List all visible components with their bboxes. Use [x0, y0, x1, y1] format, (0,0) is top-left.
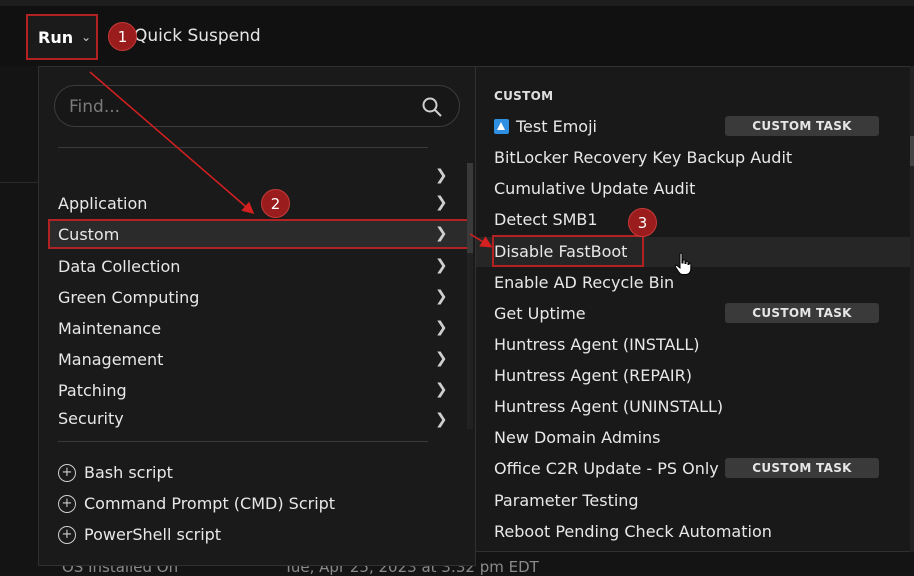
add-bash-script[interactable]: + Bash script [58, 463, 173, 482]
category-label: Management [58, 349, 164, 369]
chevron-right-icon: ❯ [435, 410, 448, 428]
category-label: Patching [58, 380, 127, 400]
category-green-computing[interactable]: Green Computing ❯ [48, 282, 470, 312]
task-item[interactable]: Detect SMB1 [476, 205, 913, 235]
category-custom[interactable]: Custom ❯ [48, 219, 470, 249]
chevron-right-icon: ❯ [435, 287, 448, 305]
task-item[interactable]: New Domain Admins [476, 423, 913, 453]
category-label: Data Collection [58, 256, 181, 276]
task-item[interactable]: Parameter Testing [476, 486, 913, 516]
task-label: BitLocker Recovery Key Backup Audit [494, 148, 793, 167]
task-label: Reboot Pending Check Automation [494, 522, 772, 541]
chevron-right-icon: ❯ [435, 193, 448, 211]
task-label: New Domain Admins [494, 428, 661, 447]
category-management[interactable]: Management ❯ [48, 344, 470, 374]
chevron-right-icon: ❯ [435, 349, 448, 367]
custom-task-badge: CUSTOM TASK [725, 303, 879, 323]
submenu-heading: CUSTOM [494, 89, 554, 103]
hand-cursor-icon [674, 252, 692, 275]
category-label: Security [58, 409, 124, 428]
chevron-right-icon: ❯ [435, 224, 448, 242]
task-label: Parameter Testing [494, 491, 639, 510]
script-label: Bash script [84, 463, 173, 482]
category-patching[interactable]: Patching ❯ [48, 375, 470, 405]
chevron-down-icon: ⌄ [81, 30, 92, 44]
search-icon[interactable] [421, 96, 443, 118]
chevron-right-icon: ❯ [435, 166, 448, 184]
add-powershell-script[interactable]: + PowerShell script [58, 525, 221, 544]
category-label: Maintenance [58, 318, 162, 338]
scrollbar-thumb[interactable] [910, 136, 914, 166]
chevron-right-icon: ❯ [435, 318, 448, 336]
task-label: Enable AD Recycle Bin [494, 273, 675, 292]
task-item[interactable]: Get Uptime CUSTOM TASK [476, 299, 913, 329]
category-application[interactable]: Application ❯ [48, 188, 470, 218]
task-label-text: Test Emoji [516, 117, 597, 136]
category-item[interactable]: ❯ [48, 161, 470, 191]
task-item[interactable]: Office C2R Update - PS Only CUSTOM TASK [476, 454, 913, 484]
category-data-collection[interactable]: Data Collection ❯ [48, 251, 470, 281]
task-item[interactable]: Huntress Agent (UNINSTALL) [476, 392, 913, 422]
divider [0, 182, 40, 183]
plus-circle-icon: + [58, 463, 76, 482]
callout-badge: 2 [261, 189, 290, 218]
chevron-right-icon: ❯ [435, 380, 448, 398]
task-label: Detect SMB1 [494, 210, 598, 229]
category-label: Application [58, 193, 148, 213]
quick-suspend-button[interactable]: Quick Suspend [134, 26, 261, 46]
custom-task-badge: CUSTOM TASK [725, 116, 879, 136]
task-label: Huntress Agent (UNINSTALL) [494, 397, 724, 416]
add-cmd-script[interactable]: + Command Prompt (CMD) Script [58, 494, 335, 513]
task-label: Test Emoji [494, 117, 597, 136]
category-security[interactable]: Security ❯ [48, 406, 470, 428]
task-item[interactable]: Test Emoji CUSTOM TASK [476, 112, 913, 142]
task-item[interactable]: Enable AD Recycle Bin [476, 268, 913, 298]
task-item[interactable]: Huntress Agent (INSTALL) [476, 330, 913, 360]
category-label: Green Computing [58, 287, 200, 307]
callout-badge: 3 [628, 208, 657, 237]
custom-submenu: CUSTOM Test Emoji CUSTOM TASK BitLocker … [475, 66, 914, 552]
category-label: Custom [58, 224, 120, 244]
task-label: Huntress Agent (REPAIR) [494, 366, 692, 385]
task-item[interactable]: Cumulative Update Audit [476, 174, 913, 204]
custom-task-badge: CUSTOM TASK [725, 458, 879, 478]
divider [58, 441, 428, 442]
script-label: PowerShell script [84, 525, 222, 544]
task-label: Office C2R Update - PS Only [494, 459, 719, 478]
script-label: Command Prompt (CMD) Script [84, 494, 336, 513]
category-maintenance[interactable]: Maintenance ❯ [48, 313, 470, 343]
chevron-right-icon: ❯ [435, 256, 448, 274]
task-label: Get Uptime [494, 304, 586, 323]
task-label: Cumulative Update Audit [494, 179, 696, 198]
emoji-icon [494, 119, 509, 134]
scrollbar-thumb[interactable] [467, 163, 473, 253]
search-input[interactable]: Find... [54, 85, 460, 127]
page-scrollbar[interactable] [910, 66, 914, 552]
run-menu: Find... ❯ Application ❯ Custom ❯ Data Co… [38, 66, 476, 566]
task-label: Huntress Agent (INSTALL) [494, 335, 700, 354]
divider [58, 147, 428, 148]
run-label: Run [38, 27, 74, 47]
search-placeholder: Find... [69, 97, 121, 117]
top-strip [0, 0, 914, 6]
task-item[interactable]: BitLocker Recovery Key Backup Audit [476, 143, 913, 173]
callout-badge: 1 [108, 22, 137, 51]
toolbar: Run ⌄ Quick Suspend [0, 0, 914, 66]
task-item[interactable]: Reboot Pending Check Automation [476, 517, 913, 547]
plus-circle-icon: + [58, 525, 76, 544]
task-item[interactable]: Huntress Agent (REPAIR) [476, 361, 913, 391]
run-dropdown-button[interactable]: Run ⌄ [26, 14, 98, 60]
highlight-box [492, 235, 644, 267]
plus-circle-icon: + [58, 494, 76, 513]
